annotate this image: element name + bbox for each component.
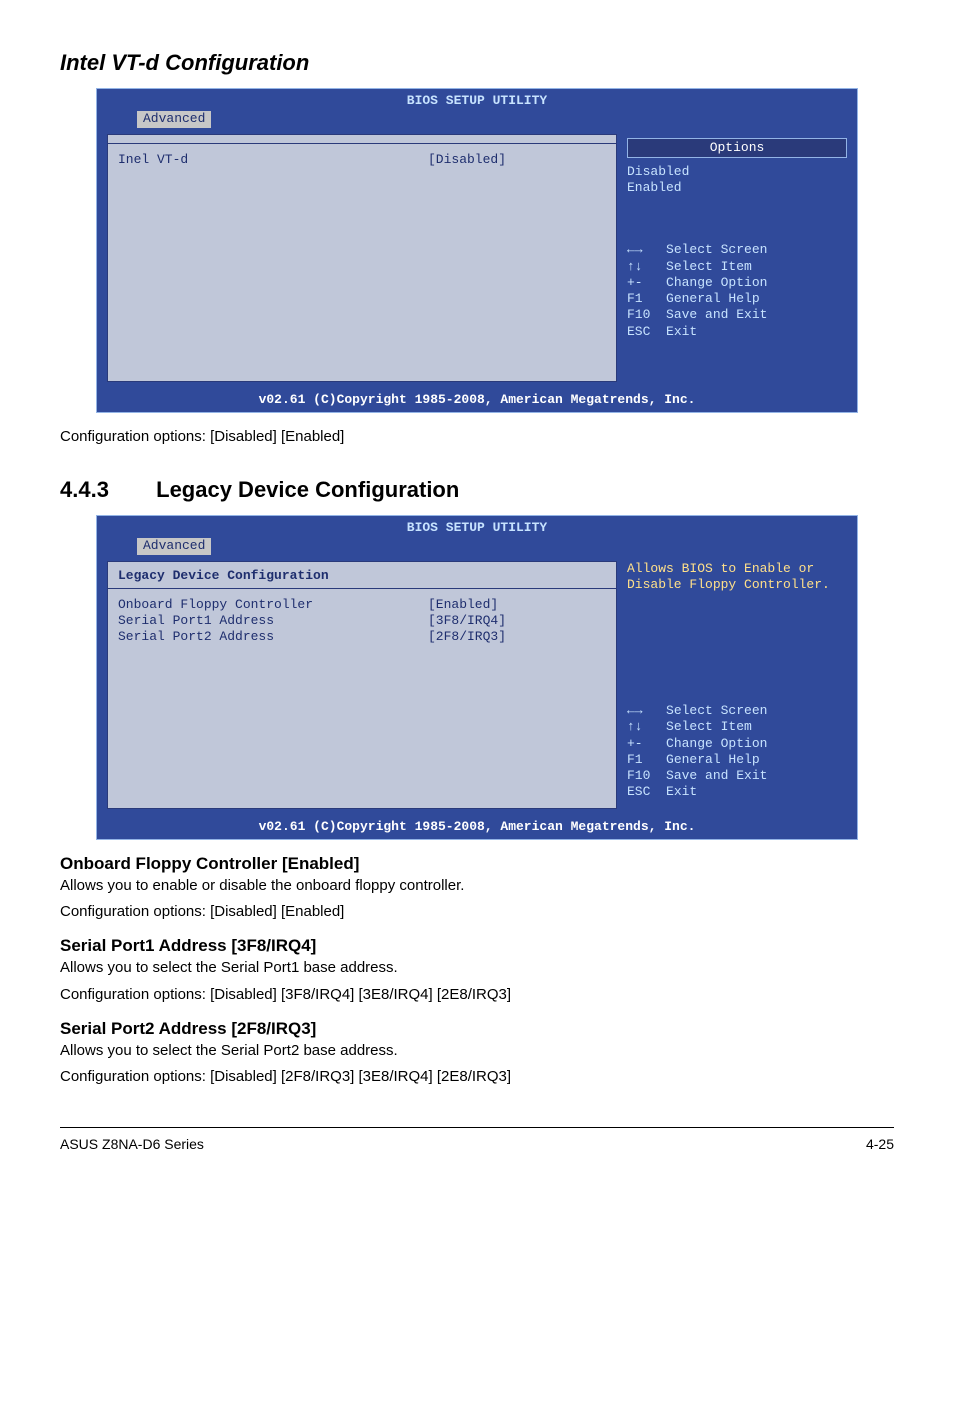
bios-keys: ←→ Select Screen ↑↓ Select Item +- Chang… (627, 242, 847, 340)
bios-tabrow: Advanced (97, 538, 857, 560)
sp1-heading: Serial Port1 Address [3F8/IRQ4] (60, 936, 894, 956)
ofc-opts: Configuration options: [Disabled] [Enabl… (60, 902, 894, 922)
ofc-desc: Allows you to enable or disable the onbo… (60, 876, 894, 896)
bios-title: BIOS SETUP UTILITY (97, 89, 857, 111)
footer: ASUS Z8NA-D6 Series 4-25 (60, 1136, 894, 1152)
sp2-heading: Serial Port2 Address [2F8/IRQ3] (60, 1019, 894, 1039)
config-options-1: Configuration options: [Disabled] [Enabl… (60, 427, 894, 447)
bios-row-value: [Disabled] (428, 152, 506, 168)
bios-box-1: BIOS SETUP UTILITY Advanced Inel VT-d [D… (96, 88, 858, 413)
bios-row-vtd[interactable]: Inel VT-d [Disabled] (118, 152, 606, 168)
bios-tab-advanced[interactable]: Advanced (137, 111, 211, 127)
bios-row-value: [3F8/IRQ4] (428, 613, 506, 629)
bios-tabrow: Advanced (97, 111, 857, 133)
bios-tab-advanced[interactable]: Advanced (137, 538, 211, 554)
footer-right: 4-25 (866, 1136, 894, 1152)
bios-row-floppy[interactable]: Onboard Floppy Controller [Enabled] (118, 597, 606, 613)
bios-title: BIOS SETUP UTILITY (97, 516, 857, 538)
bios-copyright: v02.61 (C)Copyright 1985-2008, American … (97, 390, 857, 412)
bios-row-label: Serial Port1 Address (118, 613, 428, 629)
bios-row-serial1[interactable]: Serial Port1 Address [3F8/IRQ4] (118, 613, 606, 629)
sp2-desc: Allows you to select the Serial Port2 ba… (60, 1041, 894, 1061)
footer-separator (60, 1127, 894, 1128)
bios-row-serial2[interactable]: Serial Port2 Address [2F8/IRQ3] (118, 629, 606, 645)
sp2-opts: Configuration options: [Disabled] [2F8/I… (60, 1067, 894, 1087)
bios-row-value: [2F8/IRQ3] (428, 629, 506, 645)
sp1-desc: Allows you to select the Serial Port1 ba… (60, 958, 894, 978)
sp1-opts: Configuration options: [Disabled] [3F8/I… (60, 985, 894, 1005)
bios-help-text: Allows BIOS to Enable or Disable Floppy … (627, 561, 847, 594)
bios-keys: ←→ Select Screen ↑↓ Select Item +- Chang… (627, 703, 847, 801)
bios-row-label: Onboard Floppy Controller (118, 597, 428, 613)
footer-left: ASUS Z8NA-D6 Series (60, 1136, 204, 1152)
bios-right-panel: Allows BIOS to Enable or Disable Floppy … (627, 561, 847, 809)
section-title-vtd: Intel VT-d Configuration (60, 50, 894, 76)
bios-left-panel: Legacy Device Configuration Onboard Flop… (107, 561, 617, 809)
section-number: 4.4.3 (60, 477, 150, 503)
bios-row-label: Inel VT-d (118, 152, 428, 168)
option-enabled: Enabled (627, 180, 847, 196)
bios-copyright: v02.61 (C)Copyright 1985-2008, American … (97, 817, 857, 839)
options-header: Options (627, 138, 847, 158)
bios-left-heading: Legacy Device Configuration (118, 568, 606, 584)
option-disabled: Disabled (627, 164, 847, 180)
bios-left-panel: Inel VT-d [Disabled] (107, 134, 617, 382)
ofc-heading: Onboard Floppy Controller [Enabled] (60, 854, 894, 874)
bios-right-panel: Options Disabled Enabled ←→ Select Scree… (627, 134, 847, 382)
section-4-4-3: 4.4.3 Legacy Device Configuration (60, 477, 894, 503)
bios-box-2: BIOS SETUP UTILITY Advanced Legacy Devic… (96, 515, 858, 840)
bios-row-value: [Enabled] (428, 597, 498, 613)
bios-row-label: Serial Port2 Address (118, 629, 428, 645)
section-title-legacy: Legacy Device Configuration (156, 477, 459, 502)
